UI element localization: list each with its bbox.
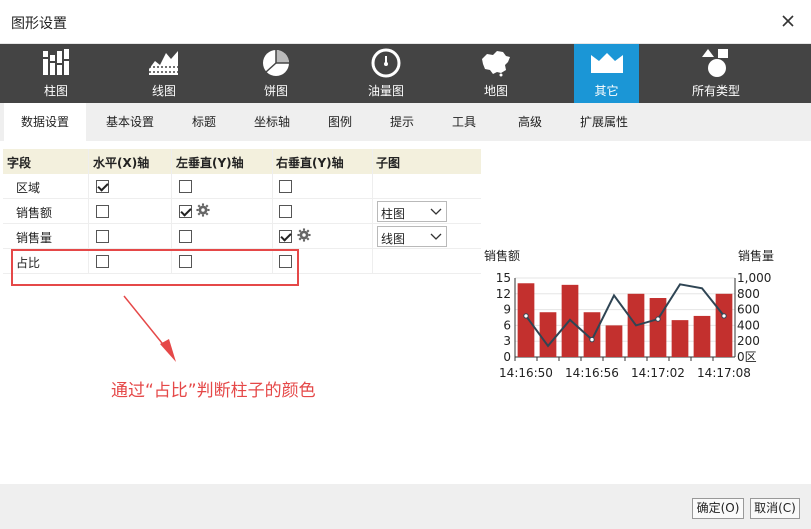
x-axis-checkbox[interactable] [96,180,109,193]
grid-header: 字段 水平(X)轴 左垂直(Y)轴 右垂直(Y)轴 子图 [3,149,481,174]
chart-type-gauge[interactable]: 油量图 [355,44,417,103]
right-y-tick-label: 600 [737,303,760,317]
header-right-y-axis: 右垂直(Y)轴 [276,156,344,170]
china-map-icon [482,51,510,77]
chart-type-pie-chart[interactable]: 饼图 [245,44,307,103]
chart-type-label: 柱图 [43,84,68,98]
chevron-down-icon [430,208,442,215]
subchart-select[interactable]: 线图 [377,226,447,247]
header-left-y-axis: 左垂直(Y)轴 [176,156,244,170]
tab-legend[interactable]: 图例 [318,103,362,141]
tab-extended-properties[interactable]: 扩展属性 [570,103,638,141]
left-y-axis-checkbox[interactable] [179,205,192,218]
x-tick-label: 14:16:50 [499,366,553,380]
right-y-axis-checkbox[interactable] [279,205,292,218]
chart-type-label: 所有类型 [691,84,740,98]
preview-chart: 销售额 销售量 15 12 96 3 0 1,000 800 600400 200 0区 14:16… [484,248,774,380]
tab-basic-settings[interactable]: 基本设置 [92,103,168,141]
right-y-tick-label: 0区 [737,350,757,364]
tab-data-settings[interactable]: 数据设置 [4,103,86,141]
right-y-axis-checkbox[interactable] [279,230,292,243]
right-y-tick-label: 200 [737,334,760,348]
right-axis-title: 销售量 [738,248,774,263]
left-y-tick-label: 3 [503,334,511,348]
x-tick-label: 14:17:02 [631,366,685,380]
x-tick-label: 14:16:56 [565,366,619,380]
tab-tools[interactable]: 工具 [442,103,486,141]
line-chart-icon [149,51,178,75]
chart-type-all-types[interactable]: 所有类型 [683,44,749,103]
x-axis-checkbox[interactable] [96,205,109,218]
subchart-select[interactable]: 柱图 [377,201,447,222]
line-point [721,313,727,319]
cancel-button[interactable]: 取消(C) [750,498,800,519]
left-y-tick-label: 9 [503,303,511,317]
field-name: 销售量 [16,231,53,245]
tab-axis[interactable]: 坐标轴 [244,103,300,141]
tab-title[interactable]: 标题 [180,103,228,141]
bar-chart-icon [43,49,69,75]
left-y-tick-label: 15 [496,271,511,285]
chart-type-label: 油量图 [367,84,404,98]
left-y-axis-checkbox[interactable] [179,230,192,243]
chart-type-bar: 柱图 线图 饼图 油量图 地图 其它 所有类型 [0,44,811,103]
chart-bar [671,320,689,357]
dialog-footer [0,484,811,529]
annotation-text: 通过“占比”判断柱子的颜色 [111,381,316,401]
chart-type-bar-chart[interactable]: 柱图 [25,44,87,103]
left-y-tick-label: 6 [503,318,511,332]
highlight-box [11,249,299,286]
right-y-tick-label: 400 [737,318,760,332]
right-y-tick-label: 1,000 [737,271,771,285]
chart-bar [693,315,711,357]
chart-type-other[interactable]: 其它 [574,44,639,103]
pie-chart-icon [263,50,289,76]
all-types-icon [702,49,728,77]
table-row: 区域 [3,174,481,199]
line-point [655,316,661,322]
chart-type-label: 饼图 [263,84,288,98]
x-axis-checkbox[interactable] [96,230,109,243]
gauge-icon [371,48,401,78]
line-point [523,313,529,319]
ok-button[interactable]: 确定(O) [692,498,744,519]
right-y-tick-label: 800 [737,287,760,301]
left-axis-title: 销售额 [484,248,520,263]
right-y-axis-checkbox[interactable] [279,180,292,193]
chart-type-map[interactable]: 地图 [465,44,527,103]
gear-icon[interactable] [297,228,311,242]
header-subchart: 子图 [376,156,401,170]
tab-advanced[interactable]: 高级 [508,103,552,141]
table-row: 销售额 柱图 [3,199,481,224]
other-chart-icon [590,53,623,73]
field-name: 区域 [16,181,41,195]
chart-type-label: 其它 [594,84,619,98]
header-field: 字段 [7,156,32,170]
settings-tabs: 数据设置 基本设置 标题 坐标轴 图例 提示 工具 高级 扩展属性 [0,103,811,141]
line-point [589,336,595,343]
close-icon[interactable] [779,12,797,30]
subchart-select-value: 柱图 [381,207,406,221]
chart-type-label: 线图 [151,84,176,98]
chart-type-line-chart[interactable]: 线图 [133,44,195,103]
header-x-axis: 水平(X)轴 [93,156,150,170]
field-name: 销售额 [16,206,53,220]
table-row: 销售量 线图 [3,224,481,249]
chart-bar [649,298,667,357]
chart-bar [539,312,557,357]
left-y-tick-label: 0 [503,350,511,364]
dialog-titlebar: 图形设置 [0,0,811,44]
tab-tooltip[interactable]: 提示 [380,103,424,141]
x-tick-label: 14:17:08 [697,366,751,380]
dialog-title: 图形设置 [11,16,67,32]
gear-icon[interactable] [196,203,210,217]
chevron-down-icon [430,233,442,240]
chart-bar [605,325,623,357]
chart-type-label: 地图 [483,84,508,98]
chart-bar [715,293,733,357]
left-y-tick-label: 12 [496,287,511,301]
chart-bar [517,283,535,357]
left-y-axis-checkbox[interactable] [179,180,192,193]
subchart-select-value: 线图 [381,232,406,246]
